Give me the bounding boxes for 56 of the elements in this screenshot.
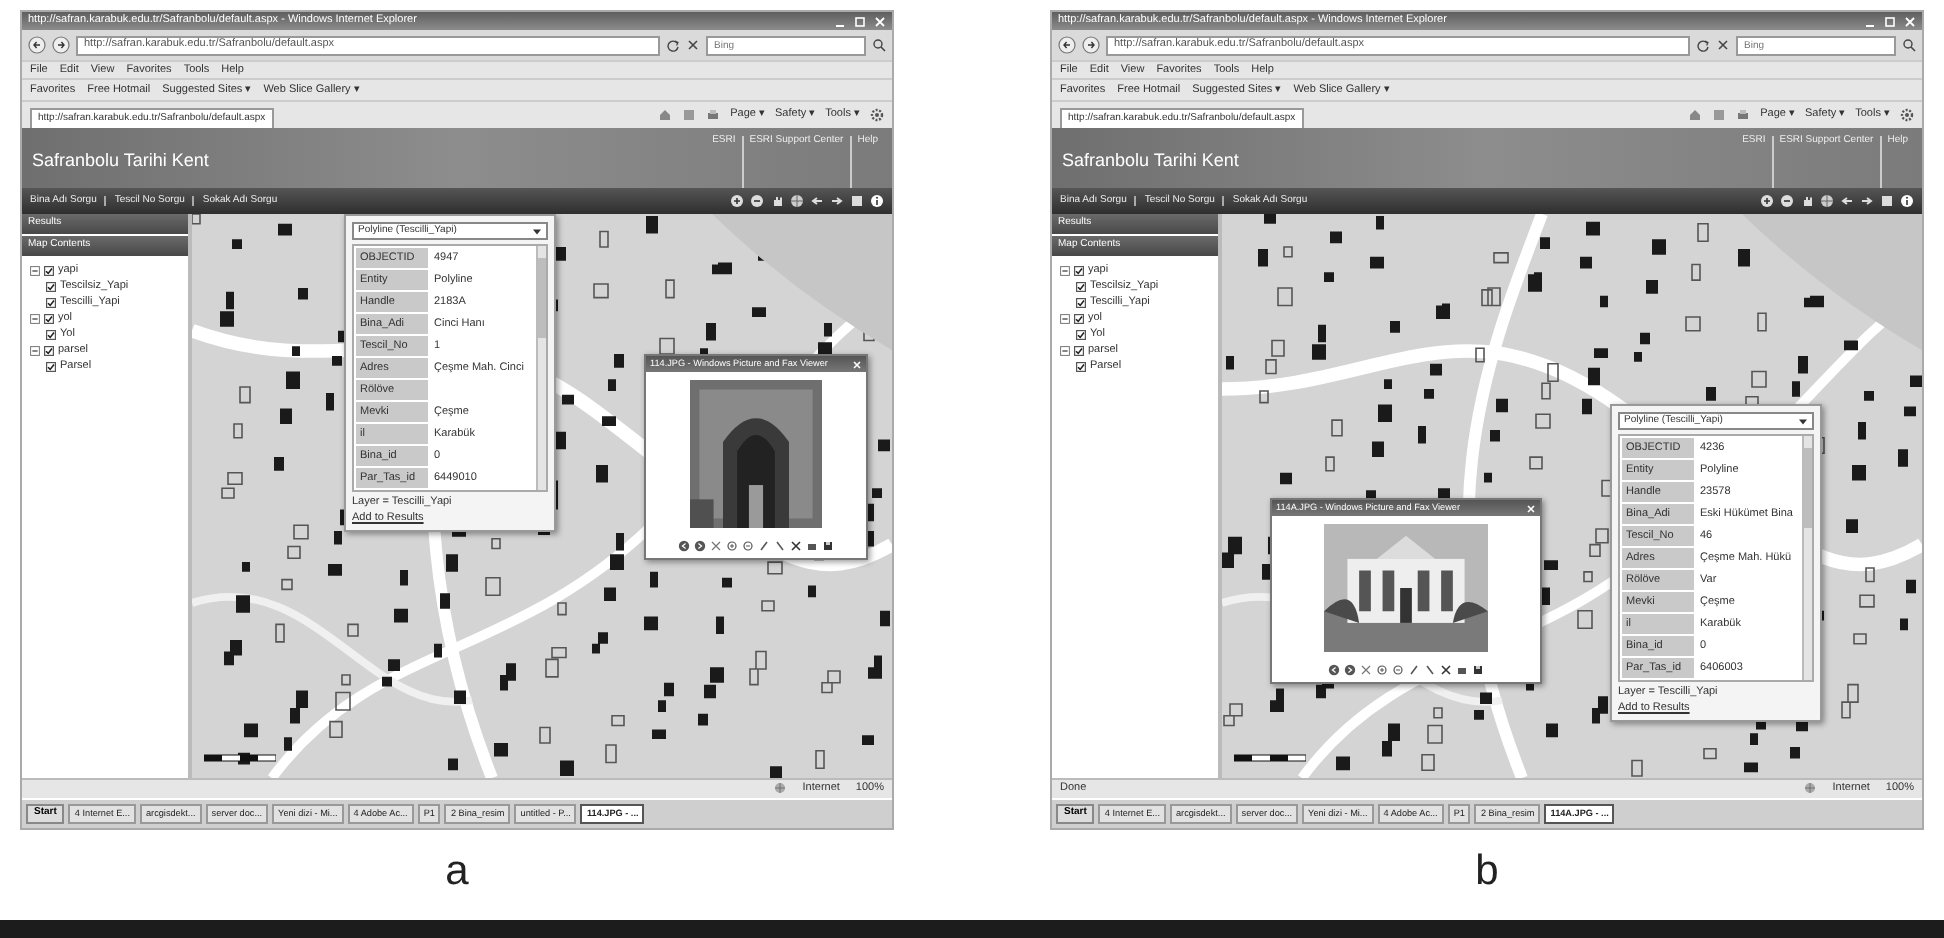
collapse-icon[interactable] — [30, 313, 40, 324]
checkbox[interactable] — [1076, 361, 1086, 372]
checkbox[interactable] — [1074, 313, 1084, 324]
search-icon[interactable] — [872, 38, 886, 52]
forward-icon[interactable] — [52, 36, 70, 54]
info-icon[interactable] — [1900, 194, 1914, 208]
back-icon[interactable] — [28, 36, 46, 54]
checkbox[interactable] — [1076, 297, 1086, 308]
checkbox[interactable] — [44, 313, 54, 324]
collapse-icon[interactable] — [30, 265, 40, 276]
globe-icon[interactable] — [790, 194, 804, 208]
forward-icon[interactable] — [1082, 36, 1100, 54]
checkbox[interactable] — [44, 345, 54, 356]
checkbox[interactable] — [44, 265, 54, 276]
checkbox[interactable] — [1074, 265, 1084, 276]
info-icon[interactable] — [870, 194, 884, 208]
home-icon[interactable] — [1688, 108, 1703, 122]
print-icon[interactable] — [1736, 108, 1751, 122]
checkbox[interactable] — [46, 281, 56, 292]
checkbox[interactable] — [1074, 345, 1084, 356]
maximize-icon[interactable] — [854, 15, 866, 27]
gear-icon[interactable] — [1900, 108, 1914, 122]
site-title: Safranbolu Tarihi Kent — [1062, 152, 1239, 172]
zoom-in-icon[interactable] — [1760, 194, 1774, 208]
checkbox[interactable] — [46, 297, 56, 308]
refresh-icon[interactable] — [666, 38, 680, 52]
checkbox[interactable] — [1076, 281, 1086, 292]
zoom-out-icon[interactable] — [750, 194, 764, 208]
zoom-in-icon[interactable] — [730, 194, 744, 208]
home-icon[interactable] — [658, 108, 673, 122]
figure-label: b — [1475, 850, 1499, 892]
maximize-icon[interactable] — [1884, 15, 1896, 27]
collapse-icon[interactable] — [1060, 345, 1070, 356]
close-icon[interactable] — [686, 38, 700, 52]
zoom-out-icon[interactable] — [1780, 194, 1794, 208]
search-icon[interactable] — [1902, 38, 1916, 52]
checkbox[interactable] — [46, 329, 56, 340]
print-icon[interactable] — [706, 108, 721, 122]
forward-arrow-icon[interactable] — [1860, 194, 1874, 208]
globe-icon[interactable] — [1820, 194, 1834, 208]
checkbox[interactable] — [46, 361, 56, 372]
globe-icon — [1804, 782, 1817, 795]
back-arrow-icon[interactable] — [810, 194, 824, 208]
close-icon[interactable] — [1716, 38, 1730, 52]
globe-icon — [774, 782, 787, 795]
forward-arrow-icon[interactable] — [830, 194, 844, 208]
collapse-icon[interactable] — [30, 345, 40, 356]
figure-label: a — [445, 850, 469, 892]
refresh-icon[interactable] — [1696, 38, 1710, 52]
checkbox[interactable] — [1076, 329, 1086, 340]
back-arrow-icon[interactable] — [1840, 194, 1854, 208]
back-icon[interactable] — [1058, 36, 1076, 54]
collapse-icon[interactable] — [1060, 313, 1070, 324]
gear-icon[interactable] — [870, 108, 884, 122]
site-title: Safranbolu Tarihi Kent — [32, 152, 209, 172]
collapse-icon[interactable] — [1060, 265, 1070, 276]
